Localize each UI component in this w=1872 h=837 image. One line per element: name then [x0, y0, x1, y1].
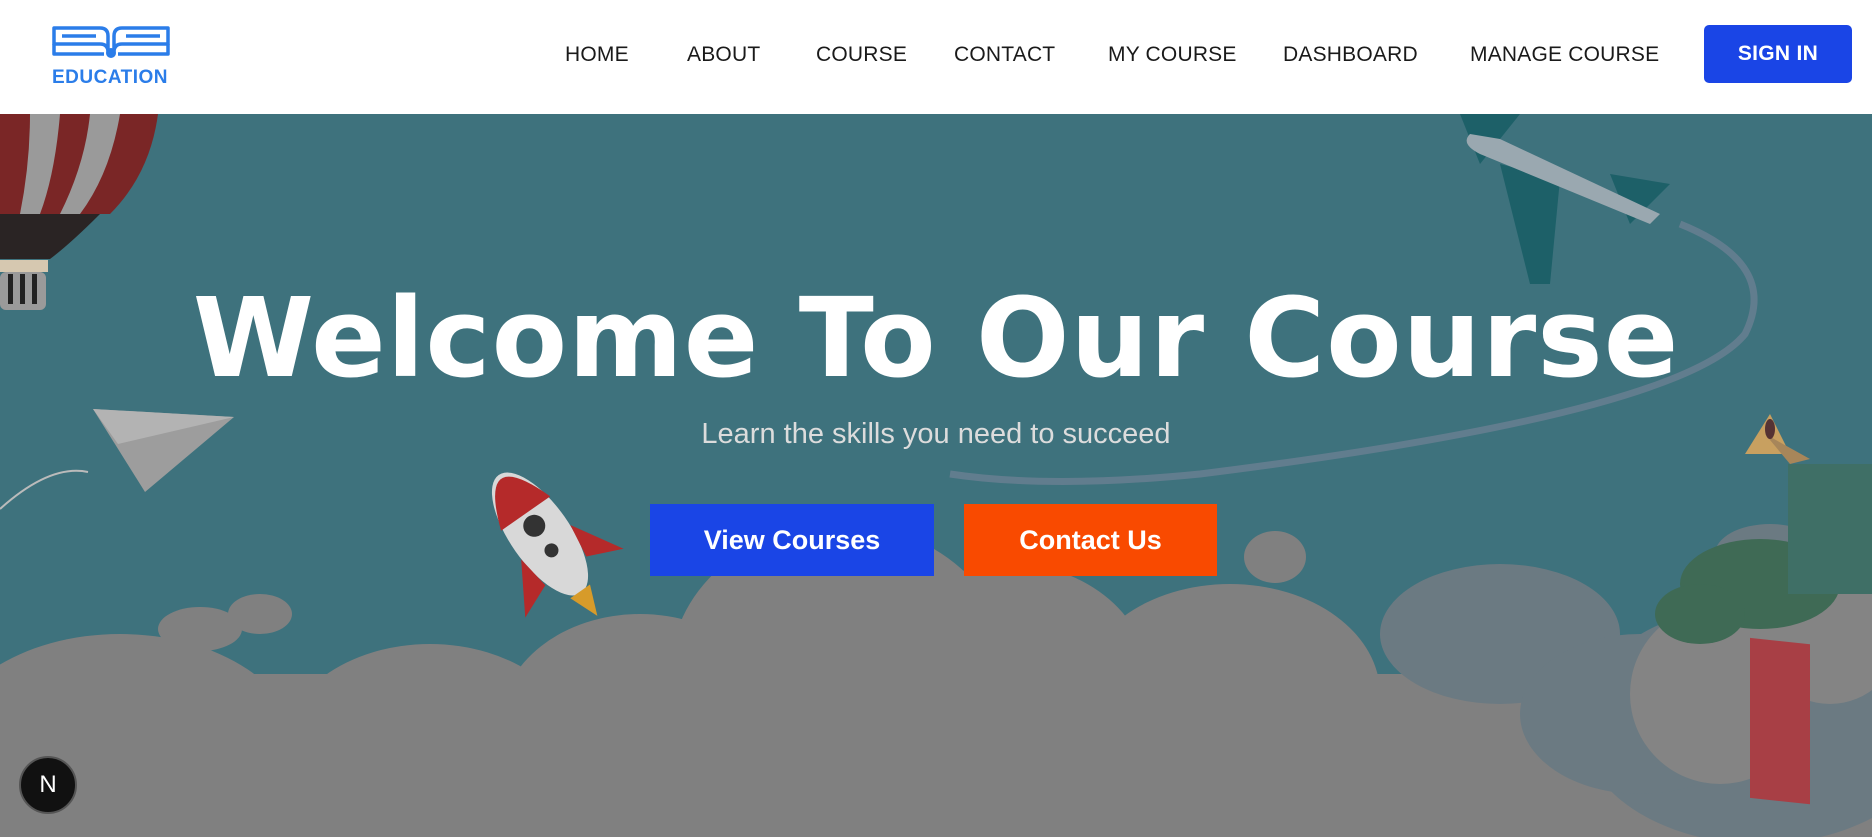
nav-item-dashboard[interactable]: DASHBOARD: [1283, 43, 1418, 67]
n-logo-icon: N: [39, 771, 57, 798]
hero-illustration: [0, 114, 1872, 837]
nav-item-my-course[interactable]: MY COURSE: [1108, 43, 1237, 67]
view-courses-button[interactable]: View Courses: [650, 504, 934, 576]
nav-item-about[interactable]: ABOUT: [687, 43, 760, 67]
book-logo-icon: [52, 26, 170, 58]
hero-subtitle: Learn the skills you need to succeed: [701, 418, 1171, 450]
logo-text: EDUCATION: [52, 67, 169, 88]
contact-us-button[interactable]: Contact Us: [964, 504, 1217, 576]
site-logo[interactable]: EDUCATION: [48, 20, 174, 92]
nav-item-manage-course[interactable]: MANAGE COURSE: [1470, 43, 1659, 67]
hero-section: Welcome To Our Course Learn the skills y…: [0, 114, 1872, 837]
nav-item-course[interactable]: COURSE: [816, 43, 907, 67]
nextjs-dev-badge[interactable]: N: [19, 756, 77, 814]
nav-item-contact[interactable]: CONTACT: [954, 43, 1055, 67]
airplane-shape: [1460, 114, 1670, 284]
nav-item-home[interactable]: HOME: [565, 43, 629, 67]
sign-in-button[interactable]: SIGN IN: [1704, 25, 1852, 83]
top-navbar: EDUCATION HOME ABOUT COURSE CONTACT MY C…: [0, 0, 1872, 114]
hero-title: Welcome To Our Course: [192, 274, 1680, 402]
